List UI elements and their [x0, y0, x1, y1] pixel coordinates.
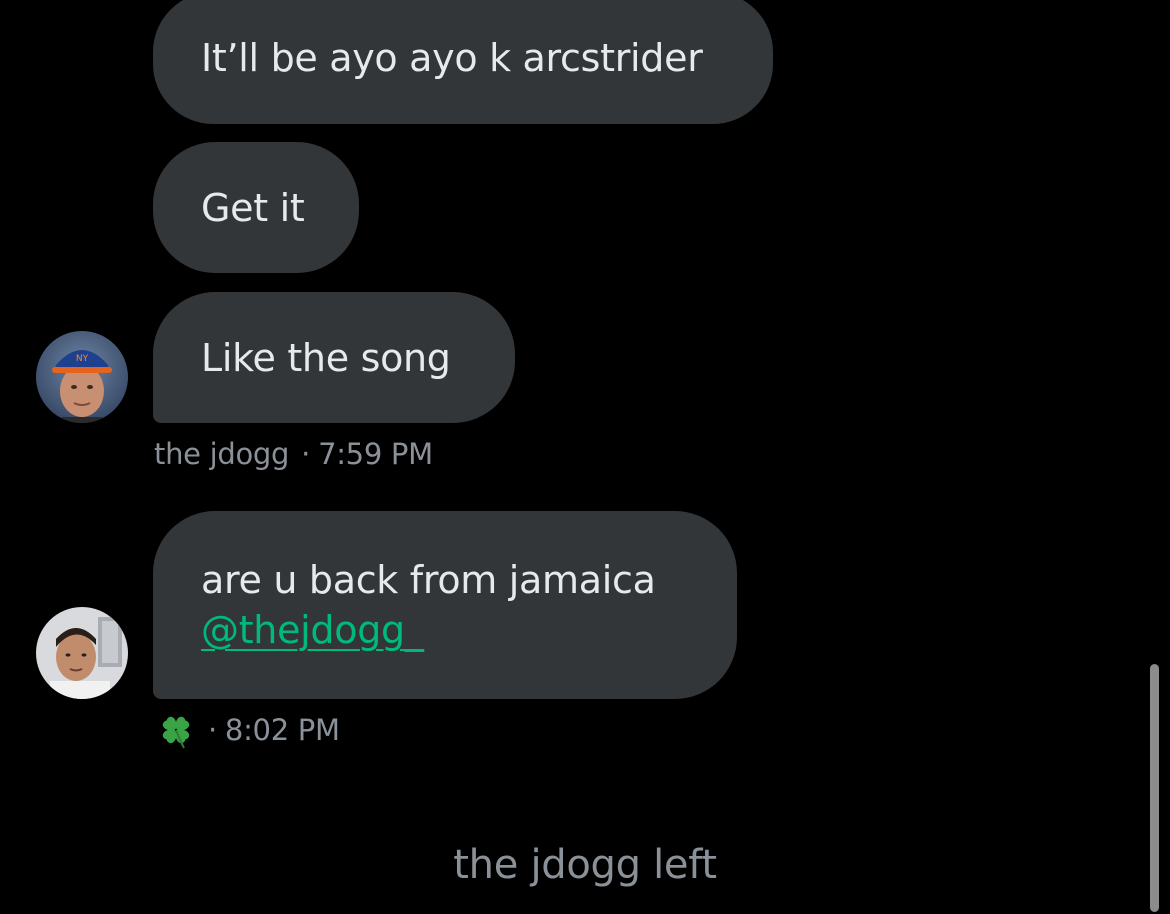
scrollbar-thumb[interactable]: [1150, 664, 1159, 912]
message-bubble[interactable]: are u back from jamaica @thejdogg_: [153, 511, 737, 699]
system-notice: the jdogg left: [0, 842, 1170, 888]
mention-link[interactable]: @thejdogg_: [201, 605, 689, 655]
message-bubble[interactable]: It’ll be ayo ayo k arcstrider: [153, 0, 773, 124]
message-meta: · 8:02 PM: [156, 708, 340, 752]
avatar[interactable]: [36, 607, 128, 699]
message-bubble[interactable]: Get it: [153, 142, 359, 273]
sender-name[interactable]: the jdogg: [154, 437, 289, 471]
message-text: It’ll be ayo ayo k arcstrider: [201, 36, 703, 80]
meta-separator: ·: [208, 713, 217, 747]
avatar-image-selfie: [36, 607, 128, 699]
four-leaf-clover-icon[interactable]: [156, 710, 196, 750]
system-notice-text: the jdogg left: [453, 842, 717, 888]
message-timestamp: 8:02 PM: [224, 713, 340, 747]
message-bubble[interactable]: Like the song: [153, 292, 515, 423]
avatar[interactable]: NY: [36, 331, 128, 423]
message-text: Like the song: [201, 335, 451, 380]
message-text: Get it: [201, 185, 305, 230]
message-text: are u back from jamaica: [201, 558, 656, 602]
avatar-image-baseball-cap: NY: [36, 331, 128, 423]
message-meta: the jdogg · 7:59 PM: [154, 434, 433, 474]
svg-text:NY: NY: [76, 354, 89, 364]
meta-separator: ·: [301, 437, 311, 471]
message-timestamp: 7:59 PM: [318, 437, 433, 471]
